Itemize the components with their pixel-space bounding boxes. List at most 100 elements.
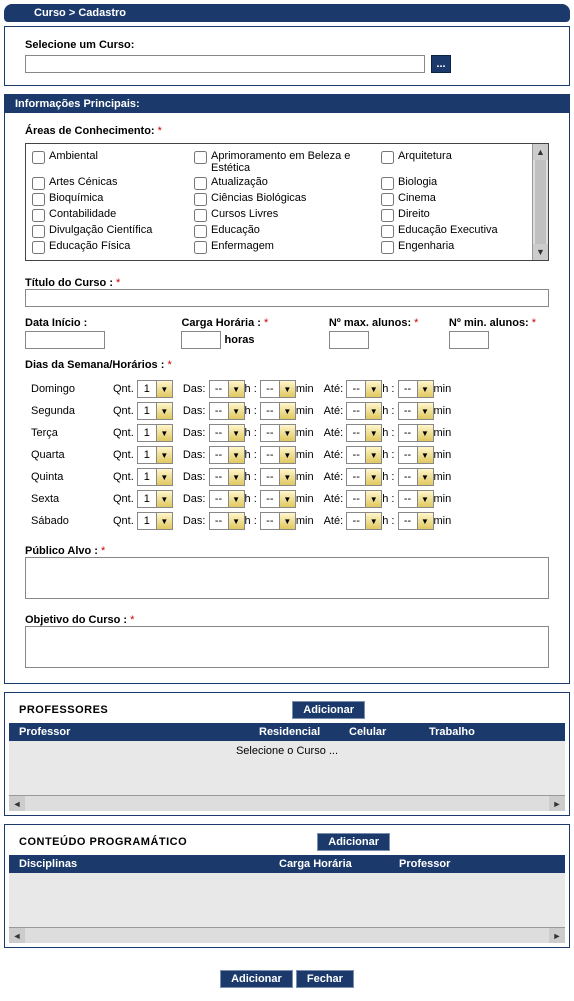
chevron-down-icon[interactable]: ▼ bbox=[417, 447, 433, 463]
chevron-down-icon[interactable]: ▼ bbox=[279, 403, 295, 419]
area-checkbox[interactable] bbox=[32, 225, 45, 238]
chevron-down-icon[interactable]: ▼ bbox=[365, 447, 381, 463]
das-hour-select[interactable]: --▼ bbox=[209, 446, 245, 464]
professores-add-button[interactable]: Adicionar bbox=[292, 701, 365, 719]
chevron-down-icon[interactable]: ▼ bbox=[365, 469, 381, 485]
scroll-right-icon[interactable]: ► bbox=[549, 796, 565, 811]
scroll-down-icon[interactable]: ▼ bbox=[533, 244, 548, 260]
das-hour-select[interactable]: --▼ bbox=[209, 468, 245, 486]
chevron-down-icon[interactable]: ▼ bbox=[279, 513, 295, 529]
chevron-down-icon[interactable]: ▼ bbox=[417, 491, 433, 507]
ate-hour-select[interactable]: --▼ bbox=[346, 380, 382, 398]
das-min-select[interactable]: --▼ bbox=[260, 402, 296, 420]
carga-horaria-input[interactable] bbox=[181, 331, 221, 349]
chevron-down-icon[interactable]: ▼ bbox=[279, 469, 295, 485]
browse-course-button[interactable]: ... bbox=[431, 55, 451, 73]
das-min-select[interactable]: --▼ bbox=[260, 512, 296, 530]
area-checkbox[interactable] bbox=[381, 209, 394, 222]
ate-min-select[interactable]: --▼ bbox=[398, 468, 434, 486]
conteudo-add-button[interactable]: Adicionar bbox=[317, 833, 390, 851]
area-checkbox[interactable] bbox=[381, 177, 394, 190]
conteudo-hscroll[interactable]: ◄ ► bbox=[9, 927, 565, 943]
area-checkbox[interactable] bbox=[381, 193, 394, 206]
das-hour-select[interactable]: --▼ bbox=[209, 424, 245, 442]
qnt-select[interactable]: 1▼ bbox=[137, 380, 173, 398]
min-alunos-input[interactable] bbox=[449, 331, 489, 349]
titulo-input[interactable] bbox=[25, 289, 549, 307]
chevron-down-icon[interactable]: ▼ bbox=[279, 491, 295, 507]
chevron-down-icon[interactable]: ▼ bbox=[417, 403, 433, 419]
area-checkbox[interactable] bbox=[32, 193, 45, 206]
chevron-down-icon[interactable]: ▼ bbox=[417, 425, 433, 441]
ate-min-select[interactable]: --▼ bbox=[398, 424, 434, 442]
chevron-down-icon[interactable]: ▼ bbox=[279, 447, 295, 463]
das-min-select[interactable]: --▼ bbox=[260, 490, 296, 508]
chevron-down-icon[interactable]: ▼ bbox=[365, 491, 381, 507]
select-course-input[interactable] bbox=[25, 55, 425, 73]
ate-min-select[interactable]: --▼ bbox=[398, 490, 434, 508]
area-checkbox[interactable] bbox=[194, 151, 207, 164]
area-checkbox[interactable] bbox=[194, 225, 207, 238]
area-checkbox[interactable] bbox=[381, 151, 394, 164]
footer-close-button[interactable]: Fechar bbox=[296, 970, 354, 988]
scroll-right-icon[interactable]: ► bbox=[549, 928, 565, 943]
ate-min-select[interactable]: --▼ bbox=[398, 402, 434, 420]
qnt-select[interactable]: 1▼ bbox=[137, 468, 173, 486]
ate-min-select[interactable]: --▼ bbox=[398, 380, 434, 398]
chevron-down-icon[interactable]: ▼ bbox=[417, 513, 433, 529]
ate-hour-select[interactable]: --▼ bbox=[346, 424, 382, 442]
chevron-down-icon[interactable]: ▼ bbox=[156, 381, 172, 397]
chevron-down-icon[interactable]: ▼ bbox=[365, 513, 381, 529]
ate-hour-select[interactable]: --▼ bbox=[346, 490, 382, 508]
das-hour-select[interactable]: --▼ bbox=[209, 402, 245, 420]
ate-min-select[interactable]: --▼ bbox=[398, 446, 434, 464]
chevron-down-icon[interactable]: ▼ bbox=[156, 491, 172, 507]
footer-add-button[interactable]: Adicionar bbox=[220, 970, 293, 988]
das-hour-select[interactable]: --▼ bbox=[209, 380, 245, 398]
chevron-down-icon[interactable]: ▼ bbox=[228, 469, 244, 485]
areas-scrollbar[interactable]: ▲ ▼ bbox=[532, 144, 548, 260]
qnt-select[interactable]: 1▼ bbox=[137, 424, 173, 442]
data-inicio-input[interactable] bbox=[25, 331, 105, 349]
chevron-down-icon[interactable]: ▼ bbox=[365, 381, 381, 397]
publico-alvo-input[interactable] bbox=[25, 557, 549, 599]
chevron-down-icon[interactable]: ▼ bbox=[228, 491, 244, 507]
chevron-down-icon[interactable]: ▼ bbox=[156, 425, 172, 441]
das-min-select[interactable]: --▼ bbox=[260, 424, 296, 442]
das-min-select[interactable]: --▼ bbox=[260, 380, 296, 398]
area-checkbox[interactable] bbox=[381, 241, 394, 254]
area-checkbox[interactable] bbox=[194, 193, 207, 206]
chevron-down-icon[interactable]: ▼ bbox=[417, 469, 433, 485]
area-checkbox[interactable] bbox=[381, 225, 394, 238]
chevron-down-icon[interactable]: ▼ bbox=[228, 513, 244, 529]
chevron-down-icon[interactable]: ▼ bbox=[228, 447, 244, 463]
qnt-select[interactable]: 1▼ bbox=[137, 446, 173, 464]
ate-hour-select[interactable]: --▼ bbox=[346, 446, 382, 464]
chevron-down-icon[interactable]: ▼ bbox=[156, 403, 172, 419]
chevron-down-icon[interactable]: ▼ bbox=[156, 447, 172, 463]
chevron-down-icon[interactable]: ▼ bbox=[279, 381, 295, 397]
das-min-select[interactable]: --▼ bbox=[260, 468, 296, 486]
area-checkbox[interactable] bbox=[32, 209, 45, 222]
das-hour-select[interactable]: --▼ bbox=[209, 512, 245, 530]
scroll-left-icon[interactable]: ◄ bbox=[9, 796, 25, 811]
ate-hour-select[interactable]: --▼ bbox=[346, 468, 382, 486]
chevron-down-icon[interactable]: ▼ bbox=[228, 403, 244, 419]
chevron-down-icon[interactable]: ▼ bbox=[279, 425, 295, 441]
ate-hour-select[interactable]: --▼ bbox=[346, 402, 382, 420]
ate-hour-select[interactable]: --▼ bbox=[346, 512, 382, 530]
chevron-down-icon[interactable]: ▼ bbox=[417, 381, 433, 397]
max-alunos-input[interactable] bbox=[329, 331, 369, 349]
scroll-up-icon[interactable]: ▲ bbox=[533, 144, 548, 160]
chevron-down-icon[interactable]: ▼ bbox=[365, 425, 381, 441]
chevron-down-icon[interactable]: ▼ bbox=[156, 513, 172, 529]
chevron-down-icon[interactable]: ▼ bbox=[228, 425, 244, 441]
chevron-down-icon[interactable]: ▼ bbox=[365, 403, 381, 419]
das-min-select[interactable]: --▼ bbox=[260, 446, 296, 464]
area-checkbox[interactable] bbox=[194, 177, 207, 190]
chevron-down-icon[interactable]: ▼ bbox=[228, 381, 244, 397]
professores-hscroll[interactable]: ◄ ► bbox=[9, 795, 565, 811]
chevron-down-icon[interactable]: ▼ bbox=[156, 469, 172, 485]
objetivo-input[interactable] bbox=[25, 626, 549, 668]
scroll-thumb[interactable] bbox=[535, 160, 546, 244]
